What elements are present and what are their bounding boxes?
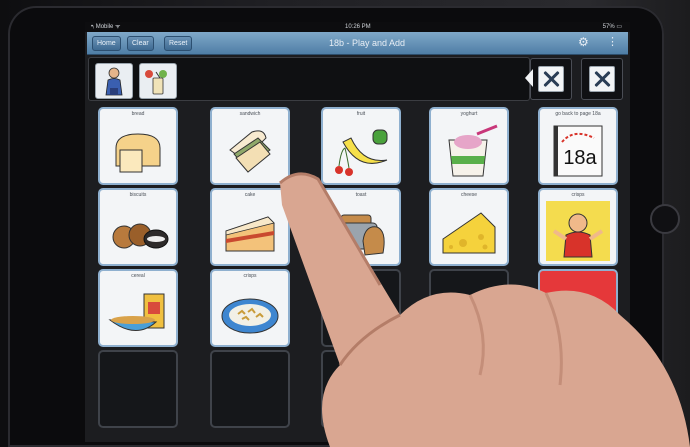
symbol-cell-crisps-person[interactable]: crisps (538, 188, 618, 266)
symbol-cell-crisps[interactable]: crisps (210, 269, 290, 347)
symbol-cell-biscuits[interactable]: biscuits (98, 188, 178, 266)
symbol-label: toast (355, 192, 367, 198)
symbol-cell-sandwich[interactable]: sandwich (210, 107, 290, 185)
symbol-label: crisps (571, 192, 585, 198)
yoghurt-icon (448, 124, 498, 177)
status-bar: •ᵢ Mobile ᯤ 10:26 PM 57% ▭ (85, 22, 630, 32)
symbol-label: sandwich (239, 111, 261, 117)
symbol-label: biscuits (129, 192, 147, 198)
cereal-icon (108, 293, 165, 331)
cake-icon (225, 216, 275, 252)
app-screen: •ᵢ Mobile ᯤ 10:26 PM 57% ▭ Home Clear Re… (85, 22, 630, 442)
symbol-cell-empty (321, 269, 401, 347)
symbol-label: cheese (460, 192, 478, 198)
drink-icon[interactable] (139, 63, 177, 99)
vertical-ellipsis-icon[interactable]: ⋮ (607, 35, 618, 50)
symbol-label: go back to page 18a (555, 111, 601, 117)
clear-message-button[interactable] (581, 58, 623, 100)
home-button[interactable]: Home (92, 36, 121, 51)
symbol-label: bread (131, 111, 145, 117)
symbol-label: cereal (131, 273, 145, 279)
symbol-cell-empty (321, 350, 401, 428)
navigation-bar: Home Clear Reset 18b - Play and Add ⚙ ⋮ (87, 32, 628, 55)
reset-button[interactable]: Reset (164, 36, 193, 51)
bread-icon (115, 133, 161, 173)
biscuits-icon (112, 223, 169, 249)
cheese-icon (442, 212, 496, 254)
crisps-icon (221, 298, 279, 334)
gear-icon[interactable]: ⚙ (578, 35, 589, 50)
symbol-cell-empty (429, 350, 509, 428)
clock-text: 10:26 PM (345, 24, 371, 30)
symbol-label: crisps (243, 273, 257, 279)
symbol-cell-empty (210, 350, 290, 428)
backspace-button[interactable] (525, 58, 572, 100)
message-bar[interactable] (88, 57, 530, 101)
symbol-label: fruit (356, 111, 366, 117)
backspace-icon (525, 69, 533, 87)
symbol-cell-letter-c[interactable]: C (538, 269, 618, 347)
person-icon[interactable] (95, 63, 133, 99)
clear-icon (589, 66, 615, 92)
symbol-cell-empty (98, 350, 178, 428)
symbol-cell-bread[interactable]: bread (98, 107, 178, 185)
letter-c-icon: C (552, 284, 604, 340)
symbol-cell-empty (429, 269, 509, 347)
home-hardware-button[interactable] (650, 204, 680, 234)
symbol-cell-fruit[interactable]: fruit (321, 107, 401, 185)
symbol-cell-cereal[interactable]: cereal (98, 269, 178, 347)
toast-icon (336, 214, 385, 256)
letter-text: C (566, 298, 591, 336)
symbol-label: cake (244, 192, 256, 198)
symbol-cell-cake[interactable]: cake (210, 188, 290, 266)
crisps-person-icon (546, 201, 610, 261)
symbol-label: yoghurt (460, 111, 478, 117)
page-18a-icon: 18a (553, 125, 603, 177)
page-title: 18b - Play and Add (328, 38, 406, 48)
symbol-cell-toast[interactable]: toast (321, 188, 401, 266)
go-back-page-18a-button[interactable]: go back to page 18a 18a (538, 107, 618, 185)
fruit-icon (335, 129, 388, 176)
clear-button[interactable]: Clear (127, 36, 154, 51)
battery-text: 57% ▭ (602, 24, 622, 30)
page-number-text: 18a (563, 147, 597, 169)
sandwich-icon (229, 130, 271, 173)
symbol-cell-yoghurt[interactable]: yoghurt (429, 107, 509, 185)
carrier-text: •ᵢ Mobile ᯤ (91, 24, 121, 30)
symbol-cell-cheese[interactable]: cheese (429, 188, 509, 266)
